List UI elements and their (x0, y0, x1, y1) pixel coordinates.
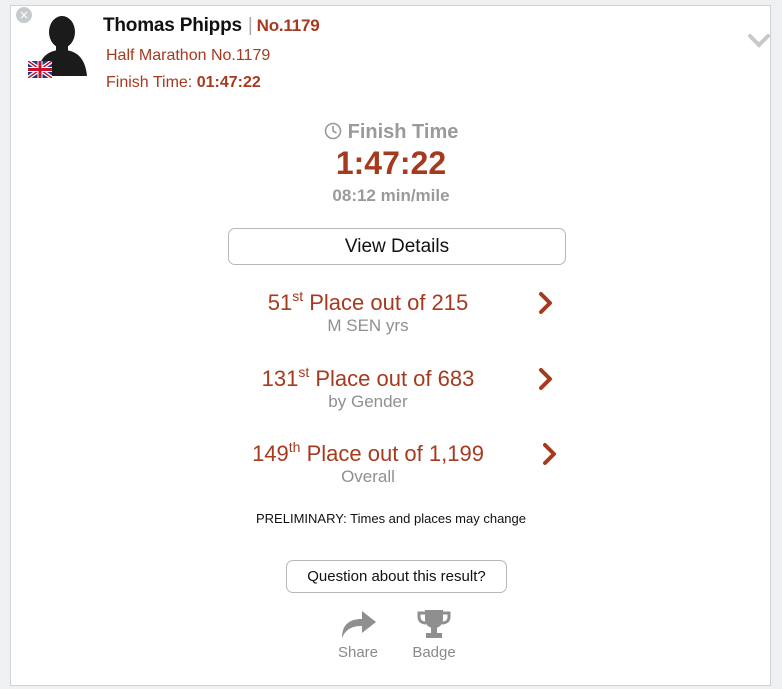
close-icon[interactable]: × (16, 7, 32, 23)
finish-time-value: 01:47:22 (196, 74, 261, 91)
race-name: Half Marathon No.1179 (106, 47, 271, 64)
preliminary-notice: PRELIMINARY: Times and places may change (256, 511, 526, 526)
finish-time-heading: Finish Time (0, 121, 782, 144)
finish-time-heading-label: Finish Time (347, 121, 459, 143)
place-category: Overall (341, 467, 395, 486)
place-out-of: Place out of 683 (309, 366, 475, 391)
place-rank: 51 (267, 290, 293, 315)
bib-number: No.1179 (256, 16, 320, 35)
place-out-of: Place out of 1,199 (300, 441, 484, 466)
place-category: M SEN yrs (327, 316, 409, 335)
place-row-overall[interactable]: 149th Place out of 1,199 Overall (228, 439, 568, 495)
uk-flag-icon (28, 61, 52, 78)
place-row-gender[interactable]: 131st Place out of 683 by Gender (228, 364, 568, 420)
header-separator: | (247, 15, 253, 36)
badge-button[interactable]: Badge (404, 608, 464, 661)
view-details-button[interactable]: View Details (228, 228, 566, 265)
athlete-header: Thomas Phipps | No.1179 (103, 15, 320, 37)
pace-value: 08:12 min/mile (332, 186, 450, 205)
place-rank-suffix: st (292, 288, 304, 304)
place-out-of: Place out of 215 (303, 290, 469, 315)
share-button[interactable]: Share (328, 608, 388, 661)
chevron-right-icon[interactable] (542, 442, 558, 466)
question-result-button[interactable]: Question about this result? (286, 560, 507, 593)
chevron-right-icon[interactable] (538, 291, 554, 315)
place-rank: 131 (261, 366, 299, 391)
chevron-right-icon[interactable] (538, 367, 554, 391)
clock-icon (324, 122, 341, 140)
finish-time-label: Finish Time: (106, 74, 193, 91)
share-icon (342, 611, 376, 638)
header-finish-time: Finish Time: 01:47:22 (106, 74, 261, 92)
athlete-name: Thomas Phipps (103, 15, 242, 36)
place-rank-suffix: st (298, 364, 310, 380)
place-text: 131st Place out of 683 (228, 364, 508, 392)
trophy-icon (417, 610, 451, 638)
chevron-down-icon[interactable] (747, 33, 771, 49)
place-rank: 149 (252, 441, 289, 466)
share-label: Share (337, 644, 379, 661)
place-row-category[interactable]: 51st Place out of 215 M SEN yrs (228, 288, 568, 344)
finish-time-big: 1:47:22 (335, 145, 447, 181)
place-text: 149th Place out of 1,199 (228, 439, 508, 467)
place-rank-suffix: th (288, 439, 301, 455)
place-text: 51st Place out of 215 (228, 288, 508, 316)
place-category: by Gender (328, 392, 408, 411)
badge-label: Badge (412, 644, 456, 661)
